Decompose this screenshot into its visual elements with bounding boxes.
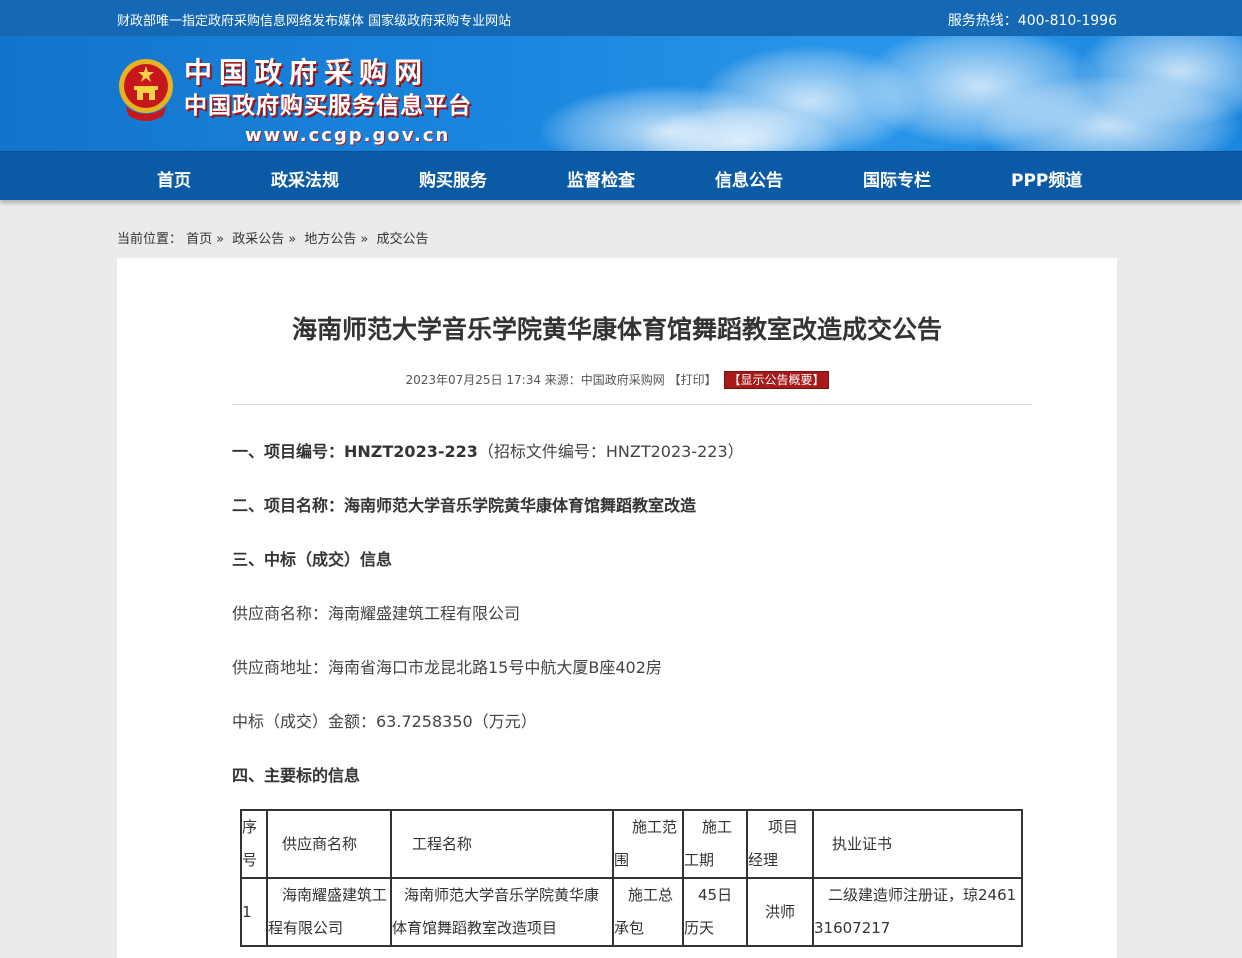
header-manager: 项目经理 [746, 809, 814, 879]
breadcrumb-separator: » [288, 232, 297, 247]
main-nav: 首页 政采法规 购买服务 监督检查 信息公告 国际专栏 PPP频道 [0, 151, 1242, 200]
table-header-row: 序号 供应商名称 工程名称 施工范围 施工工期 项目经理 执业证书 [240, 809, 1023, 879]
site-url: www.ccgp.gov.cn [245, 125, 451, 146]
cell-certificate: 二级建造师注册证，琼246131607217 [812, 877, 1023, 947]
header-project: 工程名称 [390, 809, 614, 879]
header-duration: 施工工期 [682, 809, 748, 879]
article-title: 海南师范大学音乐学院黄华康体育馆舞蹈教室改造成交公告 [291, 315, 942, 344]
article-panel: 海南师范大学音乐学院黄华康体育馆舞蹈教室改造成交公告 2023年07月25日 1… [117, 258, 1117, 958]
breadcrumb-prefix: 当前位置： [117, 232, 183, 247]
site-subtitle: 中国政府购买服务信息平台 [184, 93, 472, 119]
header-banner: 中国政府采购网 中国政府购买服务信息平台 www.ccgp.gov.cn [0, 36, 1242, 151]
project-name: 二、项目名称：海南师范大学音乐学院黄华康体育馆舞蹈教室改造 [232, 496, 697, 515]
national-emblem-icon [119, 59, 173, 121]
cell-supplier: 海南耀盛建筑工程有限公司 [266, 877, 392, 947]
header-supplier: 供应商名称 [266, 809, 392, 879]
breadcrumb-deal[interactable]: 成交公告 [377, 232, 429, 247]
main-items-table: 序号 供应商名称 工程名称 施工范围 施工工期 项目经理 执业证书 1 海南耀盛… [240, 809, 1023, 947]
section-award-info: 三、中标（成交）信息 [232, 546, 392, 570]
publish-date: 2023年07月25日 17:34 [405, 373, 541, 387]
nav-international[interactable]: 国际专栏 [863, 166, 931, 191]
tender-doc-number: （招标文件编号：HNZT2023-223） [477, 442, 744, 461]
service-hotline: 服务热线：400-810-1996 [947, 13, 1117, 29]
cell-project: 海南师范大学音乐学院黄华康体育馆舞蹈教室改造项目 [390, 877, 614, 947]
breadcrumb-separator: » [360, 232, 369, 247]
cell-manager: 洪师 [746, 877, 814, 947]
main-items-heading: 四、主要标的信息 [232, 766, 361, 785]
header-scope: 施工范围 [612, 809, 684, 879]
cell-scope: 施工总承包 [612, 877, 684, 947]
breadcrumb-procurement[interactable]: 政采公告 [232, 232, 284, 247]
nav-home[interactable]: 首页 [157, 166, 191, 191]
nav-regulations[interactable]: 政采法规 [271, 166, 339, 191]
article-meta: 2023年07月25日 17:34 来源：中国政府采购网 【打印】 【显示公告概… [117, 371, 1117, 389]
breadcrumb: 当前位置： 首页 » 政采公告 » 地方公告 » 成交公告 [117, 228, 429, 247]
supplier-name: 供应商名称：海南耀盛建筑工程有限公司 [232, 604, 521, 623]
site-slogan: 财政部唯一指定政府采购信息网络发布媒体 国家级政府采购专业网站 [117, 14, 512, 29]
header-index: 序号 [240, 809, 268, 879]
nav-purchase-services[interactable]: 购买服务 [419, 166, 487, 191]
supplier-address: 供应商地址：海南省海口市龙昆北路15号中航大厦B座402房 [232, 658, 662, 677]
print-link[interactable]: 【打印】 [669, 373, 717, 387]
article-source: 来源：中国政府采购网 [544, 373, 665, 387]
section-project-number: 一、项目编号：HNZT2023-223（招标文件编号：HNZT2023-223） [232, 438, 744, 462]
show-summary-button[interactable]: 【显示公告概要】 [724, 371, 829, 389]
cell-index: 1 [240, 877, 268, 947]
section-main-items: 四、主要标的信息 [232, 762, 360, 786]
cell-duration: 45日历天 [682, 877, 748, 947]
breadcrumb-home[interactable]: 首页 [186, 232, 212, 247]
header-certificate: 执业证书 [812, 809, 1023, 879]
breadcrumb-separator: » [216, 232, 225, 247]
breadcrumb-local[interactable]: 地方公告 [304, 232, 356, 247]
nav-announcements[interactable]: 信息公告 [715, 166, 783, 191]
title-divider [232, 404, 1032, 405]
award-amount: 中标（成交）金额：63.7258350（万元） [232, 712, 537, 731]
site-title: 中国政府采购网 [184, 56, 430, 89]
nav-supervision[interactable]: 监督检查 [567, 166, 635, 191]
nav-ppp[interactable]: PPP频道 [1011, 166, 1082, 191]
table-row: 1 海南耀盛建筑工程有限公司 海南师范大学音乐学院黄华康体育馆舞蹈教室改造项目 … [240, 877, 1023, 947]
section-project-name: 二、项目名称：海南师范大学音乐学院黄华康体育馆舞蹈教室改造 [232, 492, 696, 516]
top-bar: 财政部唯一指定政府采购信息网络发布媒体 国家级政府采购专业网站 服务热线：400… [0, 0, 1242, 36]
award-info-heading: 三、中标（成交）信息 [232, 550, 393, 569]
project-number: 一、项目编号：HNZT2023-223 [232, 442, 478, 461]
